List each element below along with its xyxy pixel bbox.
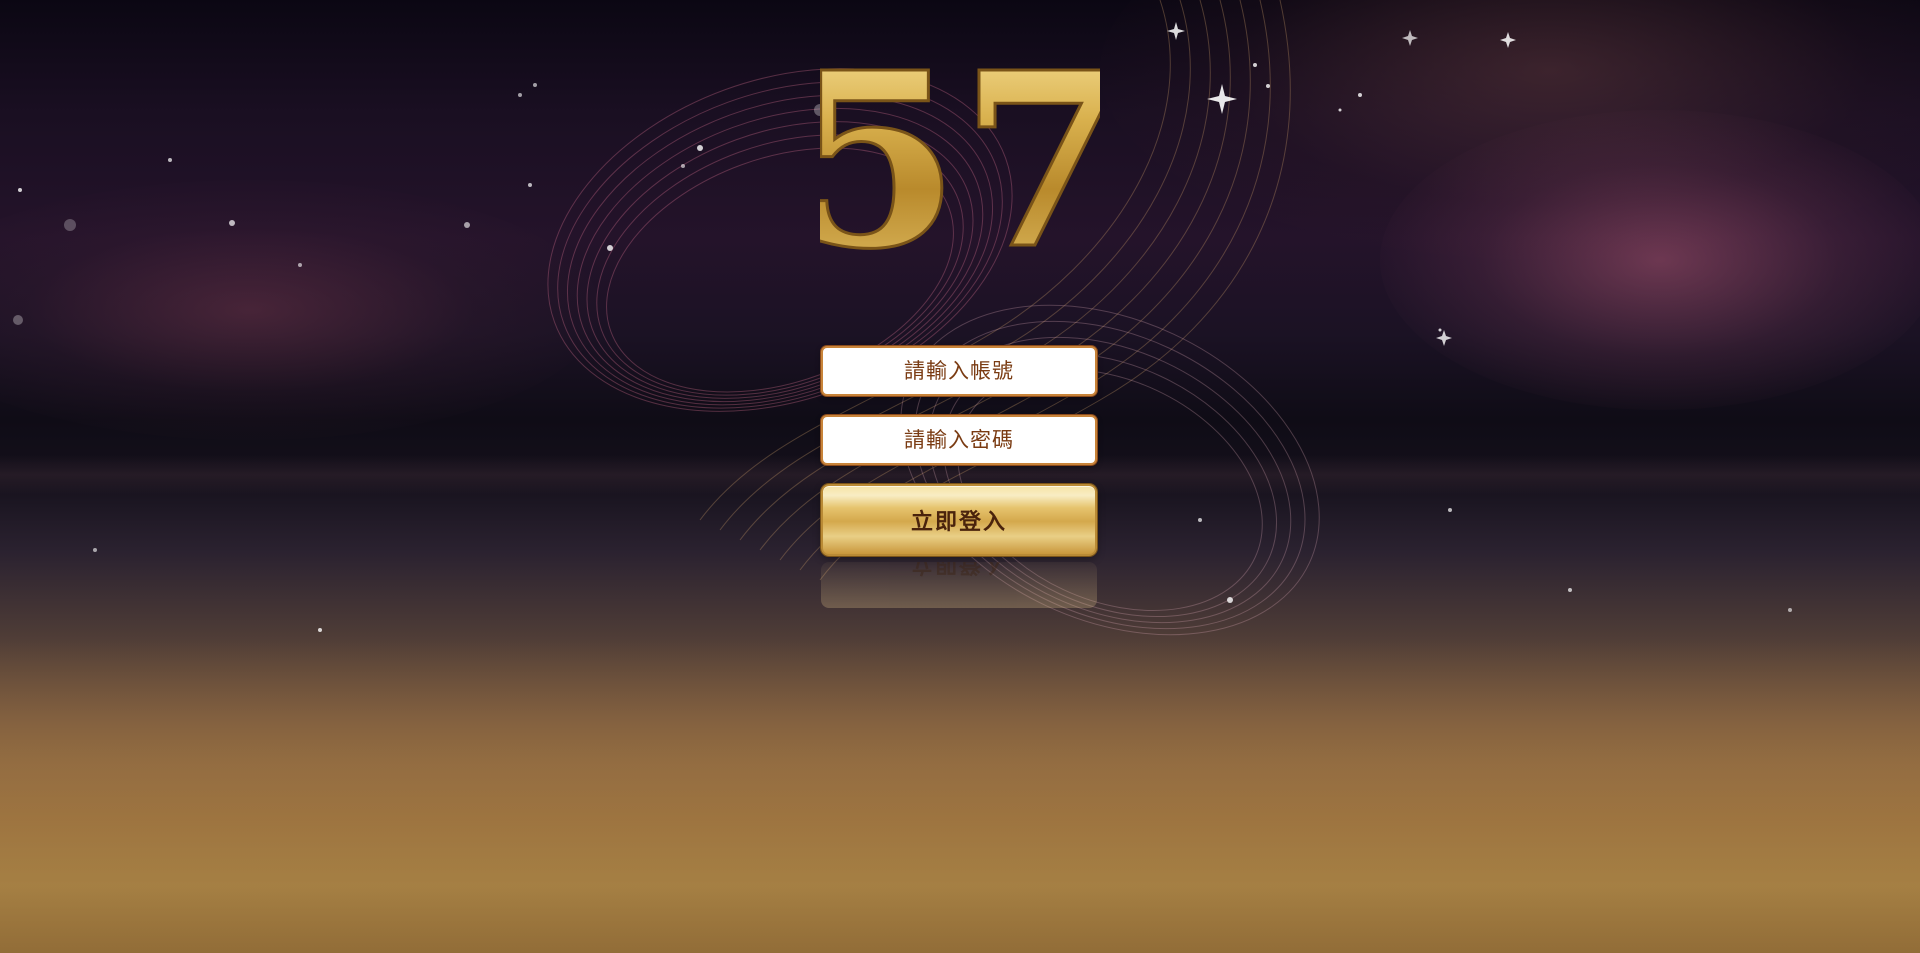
login-button[interactable]: 立即登入 <box>821 484 1097 556</box>
account-field[interactable] <box>821 346 1097 396</box>
brand-logo: 57 <box>820 30 1100 290</box>
brand-logo-text: 57 <box>820 30 1100 290</box>
login-page-background: 57 立即登入 立即登入 <box>0 0 1920 953</box>
login-button-reflection-label: 立即登入 <box>910 562 1007 576</box>
account-input[interactable] <box>823 348 1095 394</box>
password-input[interactable] <box>823 417 1095 463</box>
login-button-reflection: 立即登入 <box>821 562 1097 608</box>
login-button-label: 立即登入 <box>910 510 1007 535</box>
password-field[interactable] <box>821 415 1097 465</box>
